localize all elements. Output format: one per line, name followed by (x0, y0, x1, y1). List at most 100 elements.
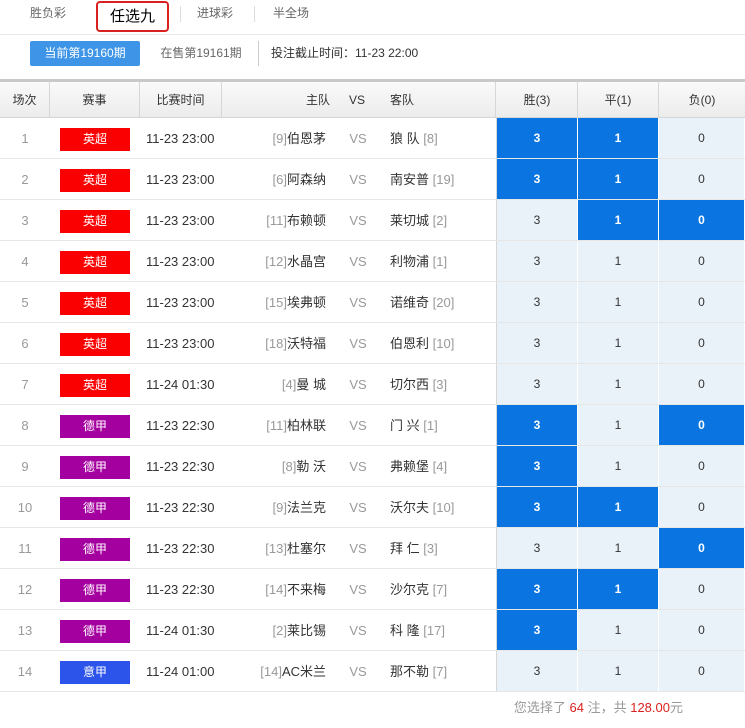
option-draw[interactable]: 1 (578, 323, 659, 363)
away-rank: [20] (432, 295, 455, 310)
vs-label: VS (349, 213, 367, 228)
option-win[interactable]: 3 (497, 159, 578, 199)
away-team: 那不勒 [7] (390, 651, 496, 692)
table-row: 2 英超 11-23 23:00 [6]阿森纳 VS 南安普 [19] 3 1 … (0, 159, 745, 200)
home-name: 沃特福 (286, 336, 326, 351)
match-number: 1 (21, 131, 29, 146)
league-badge: 英超 (60, 333, 130, 357)
league-cell: 德甲 (50, 610, 140, 651)
bet-deadline: 投注截止时间：11-23 22:00 (258, 41, 418, 66)
summary-suffix: 元 (669, 700, 683, 715)
home-team: [14]AC米兰 (232, 651, 326, 692)
period-bar: 当前第19160期 在售第19161期 投注截止时间：11-23 22:00 (0, 34, 745, 74)
away-rank: [4] (432, 459, 448, 474)
header-home: 主队 (306, 93, 331, 107)
option-draw[interactable]: 1 (578, 651, 659, 691)
tab-jinqiucai[interactable]: 进球彩 (197, 0, 237, 30)
option-draw[interactable]: 1 (578, 487, 659, 527)
away-name: 门 兴 (390, 418, 420, 433)
away-team: 拜 仁 [3] (390, 528, 496, 569)
option-lose[interactable]: 0 (659, 118, 745, 158)
home-team: [13]杜塞尔 (232, 528, 326, 569)
tab-banquanchang[interactable]: 半全场 (273, 0, 313, 30)
option-lose[interactable]: 0 (659, 364, 745, 404)
away-team: 沃尔夫 [10] (390, 487, 496, 528)
table-row: 11 德甲 11-23 22:30 [13]杜塞尔 VS 拜 仁 [3] 3 1… (0, 528, 745, 569)
option-draw[interactable]: 1 (578, 200, 659, 240)
match-number: 4 (21, 254, 29, 269)
league-cell: 英超 (50, 364, 140, 405)
option-win[interactable]: 3 (497, 487, 578, 527)
option-win[interactable]: 3 (497, 241, 578, 281)
home-team: [14]不来梅 (232, 569, 326, 610)
away-rank: [10] (432, 500, 455, 515)
match-number: 9 (21, 459, 29, 474)
tab-renxuanjiu[interactable]: 任选九 (96, 1, 169, 32)
option-win[interactable]: 3 (497, 651, 578, 691)
option-lose[interactable]: 0 (659, 282, 745, 322)
option-win[interactable]: 3 (497, 200, 578, 240)
away-team: 切尔西 [3] (390, 364, 496, 405)
option-draw[interactable]: 1 (578, 610, 659, 650)
option-lose[interactable]: 0 (659, 528, 745, 568)
option-draw[interactable]: 1 (578, 241, 659, 281)
option-win[interactable]: 3 (497, 610, 578, 650)
option-draw[interactable]: 1 (578, 446, 659, 486)
match-number: 8 (21, 418, 29, 433)
option-lose[interactable]: 0 (659, 405, 745, 445)
home-team: [11]柏林联 (232, 405, 326, 446)
option-draw[interactable]: 1 (578, 569, 659, 609)
home-team: [9]伯恩茅 (232, 118, 326, 159)
league-badge: 德甲 (60, 415, 130, 439)
table-row: 4 英超 11-23 23:00 [12]水晶宫 VS 利物浦 [1] 3 1 … (0, 241, 745, 282)
match-time: 11-23 23:00 (146, 172, 215, 187)
away-team: 南安普 [19] (390, 159, 496, 200)
tab-shengfucai[interactable]: 胜负彩 (30, 0, 70, 30)
option-win[interactable]: 3 (497, 528, 578, 568)
option-lose[interactable]: 0 (659, 159, 745, 199)
league-badge: 德甲 (60, 456, 130, 480)
away-team: 狼 队 [8] (390, 118, 496, 159)
option-draw[interactable]: 1 (578, 118, 659, 158)
option-win[interactable]: 3 (497, 118, 578, 158)
option-lose[interactable]: 0 (659, 241, 745, 281)
option-lose[interactable]: 0 (659, 323, 745, 363)
option-lose[interactable]: 0 (659, 446, 745, 486)
option-win[interactable]: 3 (497, 446, 578, 486)
option-lose[interactable]: 0 (659, 651, 745, 691)
option-win[interactable]: 3 (497, 364, 578, 404)
option-lose[interactable]: 0 (659, 610, 745, 650)
option-draw[interactable]: 1 (578, 405, 659, 445)
option-lose[interactable]: 0 (659, 569, 745, 609)
option-win[interactable]: 3 (497, 323, 578, 363)
option-draw[interactable]: 1 (578, 159, 659, 199)
league-cell: 英超 (50, 200, 140, 241)
current-period-button[interactable]: 当前第19160期 (30, 41, 140, 66)
option-lose[interactable]: 0 (659, 200, 745, 240)
vs-label: VS (349, 377, 367, 392)
match-time: 11-23 22:30 (146, 418, 215, 433)
home-rank: [8] (281, 459, 297, 474)
option-win[interactable]: 3 (497, 282, 578, 322)
away-rank: [7] (432, 664, 448, 679)
home-rank: [18] (265, 336, 287, 351)
table-row: 6 英超 11-23 23:00 [18]沃特福 VS 伯恩利 [10] 3 1… (0, 323, 745, 364)
league-badge: 德甲 (60, 620, 130, 644)
option-win[interactable]: 3 (497, 405, 578, 445)
away-name: 科 隆 (390, 623, 420, 638)
vs-label: VS (349, 336, 367, 351)
away-name: 狼 队 (390, 131, 420, 146)
option-draw[interactable]: 1 (578, 282, 659, 322)
match-time: 11-24 01:00 (146, 664, 215, 679)
on-sale-period-button[interactable]: 在售第19161期 (160, 41, 242, 66)
match-time: 11-23 23:00 (146, 254, 215, 269)
home-rank: [9] (272, 500, 287, 515)
home-name: 杜塞尔 (286, 541, 326, 556)
header-draw: 平(1) (578, 82, 659, 118)
option-win[interactable]: 3 (497, 569, 578, 609)
vs-label: VS (349, 459, 367, 474)
option-draw[interactable]: 1 (578, 364, 659, 404)
option-lose[interactable]: 0 (659, 487, 745, 527)
option-draw[interactable]: 1 (578, 528, 659, 568)
match-number: 5 (21, 295, 29, 310)
